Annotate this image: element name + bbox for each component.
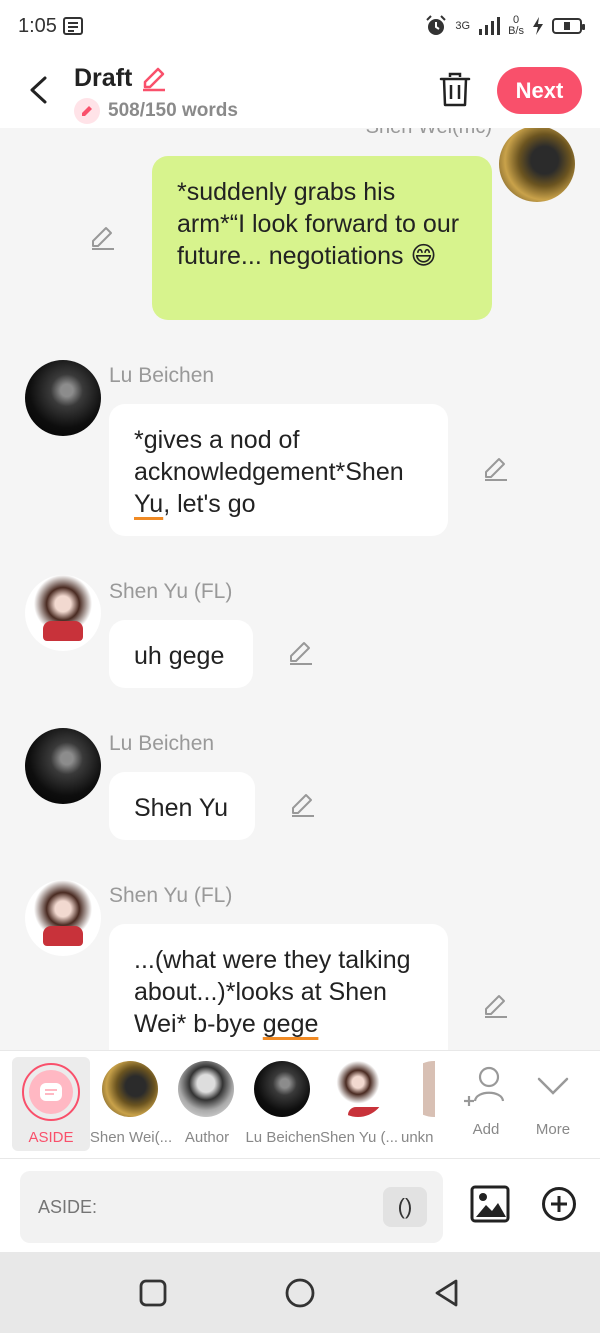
avatar: [178, 1061, 234, 1117]
character-item[interactable]: Lu Beichen: [243, 1057, 321, 1153]
more-label: More: [535, 1121, 571, 1138]
signal-icon: [479, 17, 501, 35]
message-input[interactable]: [38, 1189, 378, 1225]
status-bar: 1:05 3G 0 B/s: [0, 0, 600, 52]
pencil-icon[interactable]: [140, 65, 168, 93]
avatar[interactable]: [25, 728, 101, 804]
character-item[interactable]: Shen Wei(...: [90, 1057, 172, 1153]
more-options-button[interactable]: [541, 1186, 577, 1222]
avatar[interactable]: [25, 360, 101, 436]
image-icon: [470, 1185, 510, 1223]
add-label: Add: [472, 1121, 500, 1138]
notification-icon: [62, 17, 83, 35]
edit-icon[interactable]: [482, 992, 510, 1020]
edit-icon[interactable]: [289, 791, 317, 819]
system-nav-bar: [0, 1252, 600, 1333]
status-time: 1:05: [18, 14, 57, 37]
alarm-icon: [426, 15, 447, 35]
battery-icon: [552, 18, 585, 34]
avatar: [102, 1061, 158, 1117]
character-item[interactable]: Shen Yu (...: [319, 1057, 398, 1153]
avatar: [330, 1061, 386, 1117]
chat-area[interactable]: Shen Wei(mc) *suddenly grabs his arm*“I …: [0, 128, 600, 1050]
sender-name: Shen Wei(mc): [366, 128, 492, 139]
emoji: 😄: [410, 242, 437, 270]
character-selector: ASIDE Shen Wei(... Author Lu Beichen She…: [0, 1050, 600, 1158]
aside-label: ASIDE: [28, 1129, 74, 1146]
trash-icon: [439, 72, 471, 107]
draft-title[interactable]: Draft: [74, 64, 168, 93]
more-button[interactable]: More: [523, 1061, 583, 1145]
avatar: [254, 1061, 310, 1117]
message-text: , let's go: [163, 490, 256, 518]
pencil-icon: [74, 98, 100, 124]
add-person-icon: [464, 1066, 505, 1106]
message-bubble[interactable]: ...(what were they talking about...)*loo…: [109, 924, 448, 1050]
aside-icon: [22, 1063, 80, 1121]
back-arrow-icon: [30, 76, 47, 104]
add-character-button[interactable]: Add: [456, 1061, 516, 1145]
sender-name: Shen Yu (FL): [109, 580, 233, 603]
message-bubble[interactable]: uh gege: [109, 620, 253, 688]
sender-name: Shen Yu (FL): [109, 884, 233, 907]
message-input-container[interactable]: (): [20, 1171, 443, 1243]
network-label: 3G: [455, 20, 471, 32]
input-bar: (): [0, 1158, 600, 1252]
edit-icon[interactable]: [482, 455, 510, 483]
character-item[interactable]: unkn: [395, 1057, 435, 1153]
word-count: 508/150 words: [74, 98, 238, 124]
edit-icon[interactable]: [287, 639, 315, 667]
parentheses-button[interactable]: (): [383, 1187, 427, 1227]
back-button[interactable]: [20, 70, 56, 110]
message-text-underlined: gege: [262, 1010, 319, 1038]
delete-button[interactable]: [438, 72, 472, 108]
message-text-underlined: Yu: [134, 490, 164, 518]
plus-circle-icon: [542, 1187, 576, 1221]
word-count-text: 508/150 words: [108, 100, 238, 121]
chevron-down-icon: [537, 1077, 569, 1095]
sender-name: Lu Beichen: [109, 364, 215, 387]
message-text: *gives a nod of acknowledgement*Shen: [134, 426, 404, 486]
header: Draft 508/150 words Next: [0, 52, 600, 128]
message-text: Shen Yu: [134, 794, 229, 822]
message-bubble[interactable]: *gives a nod of acknowledgement*Shen Yu,…: [109, 404, 448, 536]
character-label: unkn: [401, 1129, 434, 1146]
title-text: Draft: [74, 64, 133, 92]
triangle-back-icon[interactable]: [430, 1276, 464, 1310]
avatar[interactable]: [25, 575, 101, 651]
speed-unit: B/s: [508, 25, 524, 37]
avatar[interactable]: [499, 128, 575, 202]
character-item[interactable]: Author: [167, 1057, 243, 1153]
charging-icon: [533, 17, 543, 35]
message-text: uh gege: [134, 642, 225, 670]
square-nav-icon[interactable]: [136, 1276, 170, 1310]
sender-name: Lu Beichen: [109, 732, 215, 755]
avatar: [406, 1061, 435, 1117]
message-bubble[interactable]: *suddenly grabs his arm*“I look forward …: [152, 156, 492, 320]
message-bubble[interactable]: Shen Yu: [109, 772, 255, 840]
character-label: Shen Yu (...: [319, 1129, 399, 1146]
insert-image-button[interactable]: [470, 1185, 510, 1223]
edit-icon[interactable]: [89, 224, 117, 252]
next-button[interactable]: Next: [497, 67, 582, 114]
circle-nav-icon[interactable]: [283, 1276, 317, 1310]
avatar[interactable]: [25, 880, 101, 956]
aside-selector[interactable]: ASIDE: [12, 1057, 90, 1151]
